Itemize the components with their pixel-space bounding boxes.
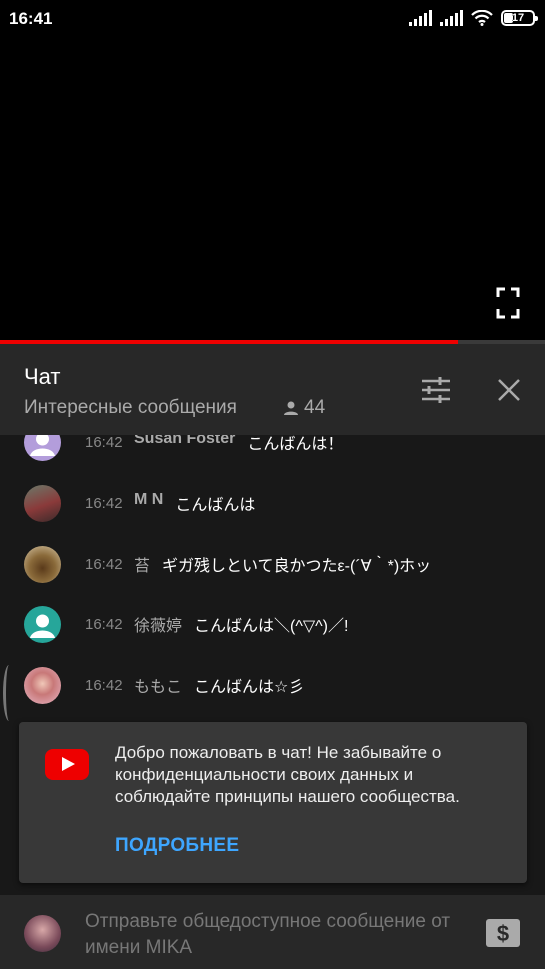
chat-mode-selector[interactable]: Интересные сообщения [24,397,237,419]
message-time: 16:42 [85,676,123,694]
message-text: こんばんは！ [247,436,344,453]
battery-icon: 17 [501,10,538,26]
chat-message: 16:42 苔 ギガ残しといて良かつたε-(´∀｀*)ホッ [0,544,545,584]
wifi-icon [471,10,493,26]
status-icons: 17 [409,10,538,26]
chat-message-input[interactable]: Отправьте общедоступное сообщение от име… [85,909,475,961]
chat-message: 16:42 ももこ こんばんは☆彡 [0,665,545,705]
scroll-handle[interactable] [3,665,15,721]
message-author[interactable]: 徐薇婷 [134,612,182,636]
message-text: こんばんは＼(^▽^)／! [194,618,349,635]
filter-settings-icon[interactable] [420,376,452,404]
welcome-card: Добро пожаловать в чат! Не забывайте о к… [19,722,527,883]
youtube-logo-icon [45,749,89,780]
chat-title: Чат [24,364,61,389]
chat-message: 16:42 徐薇婷 こんばんは＼(^▽^)／! [0,604,545,644]
photo-avatar[interactable] [24,484,61,522]
message-text: こんばんは [175,497,256,514]
person-icon [284,401,298,415]
status-bar: 16:41 17 [0,0,545,38]
viewer-count: 44 [283,397,325,419]
default-avatar[interactable] [24,435,61,461]
welcome-text: Добро пожаловать в чат! Не забывайте о к… [115,743,460,806]
message-text: ギガ残しといて良かつたε-(´∀｀*)ホッ [162,558,432,575]
message-time: 16:42 [85,555,123,573]
battery-level: 17 [511,12,525,24]
viewer-count-value: 44 [304,397,326,418]
learn-more-link[interactable]: ПОДРОБНЕЕ [115,835,239,857]
chat-input-bar: Отправьте общедоступное сообщение от име… [0,895,545,969]
message-author[interactable]: 苔 [134,552,150,576]
message-author[interactable]: Susan Foster [134,435,235,454]
photo-avatar[interactable] [24,545,61,583]
message-author[interactable]: M N [134,491,163,515]
super-chat-icon[interactable]: $ [485,918,521,948]
close-icon[interactable] [496,377,522,403]
default-avatar[interactable] [24,605,61,643]
video-player[interactable] [0,38,545,340]
svg-text:$: $ [497,921,509,946]
user-avatar [24,915,61,952]
status-time: 16:41 [9,9,53,28]
message-time: 16:42 [85,615,123,633]
message-time: 16:42 [85,435,123,451]
message-text: こんばんは☆彡 [194,679,305,696]
chat-header: Чат Интересные сообщения 44 [0,344,545,435]
message-time: 16:42 [85,494,123,512]
chat-message: 16:42 M N こんばんは [0,483,545,523]
chat-message: 16:42 Susan Foster こんばんは！ [0,435,545,462]
photo-avatar[interactable] [24,666,61,704]
signal-icon [440,10,463,26]
signal-icon [409,10,432,26]
fullscreen-icon[interactable] [496,287,520,319]
message-author[interactable]: ももこ [134,673,182,697]
